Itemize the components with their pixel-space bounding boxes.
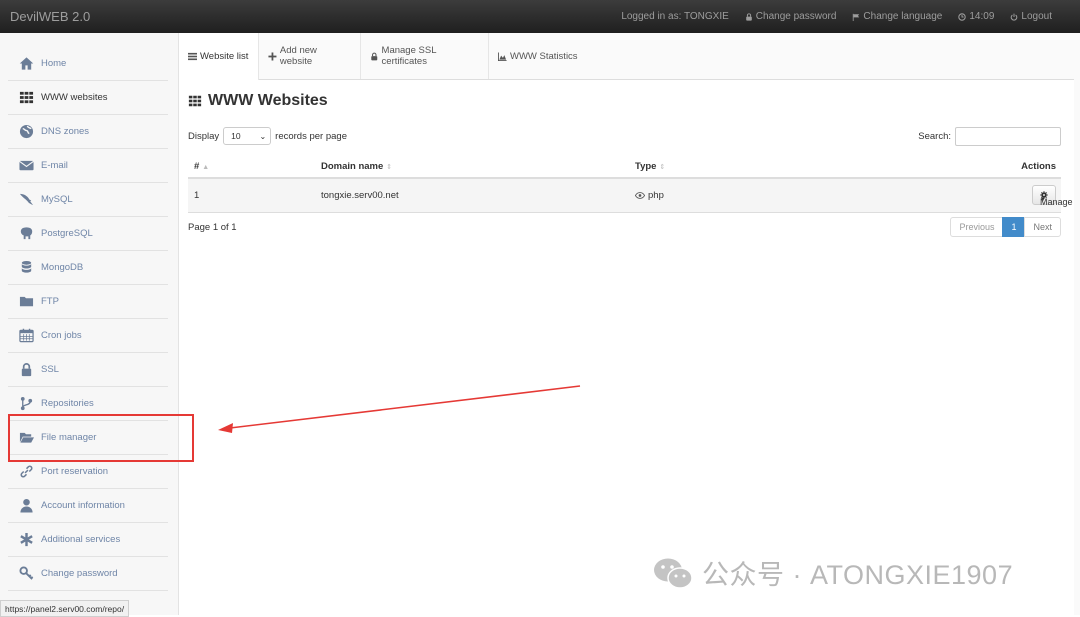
watermark-text: 公众号 · ATONGXIE1907 (702, 560, 1014, 590)
browser-status-bar: https://panel2.serv00.com/repo/ (0, 600, 130, 617)
annotation-arrow (218, 385, 581, 433)
watermark: 公众号 · ATONGXIE1907 (652, 553, 1013, 592)
wechat-icon (654, 558, 693, 589)
page-scrollbar[interactable] (1074, 33, 1080, 615)
